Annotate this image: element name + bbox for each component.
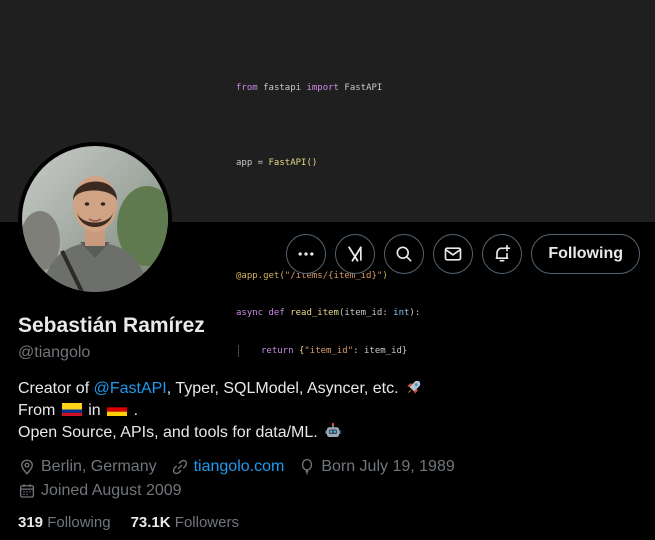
more-dots-icon xyxy=(298,252,314,256)
fastapi-mention-link[interactable]: @FastAPI xyxy=(94,380,167,397)
bio-line-2: From in . xyxy=(18,402,139,419)
envelope-icon xyxy=(445,247,462,261)
avatar-photo xyxy=(22,146,168,292)
profile-stats: 319 Following 73.1K Followers xyxy=(18,514,239,531)
profile-bio: Creator of @FastAPI, Typer, SQLModel, As… xyxy=(18,378,423,444)
code-line-5: return {"item_id": item_id} xyxy=(238,344,420,357)
more-button[interactable] xyxy=(286,234,327,274)
followers-stat-link[interactable]: 73.1K Followers xyxy=(131,514,239,531)
banner-code-snippet: from fastapi import FastAPI app = FastAP… xyxy=(236,57,420,382)
followers-count: 73.1K xyxy=(130,514,171,531)
following-button[interactable]: Following xyxy=(531,234,640,274)
bio-line-1: Creator of @FastAPI, Typer, SQLModel, As… xyxy=(18,378,423,400)
link-icon xyxy=(172,459,187,475)
bio-line-3: Open Source, APIs, and tools for data/ML… xyxy=(18,422,423,444)
avatar[interactable] xyxy=(18,142,172,296)
search-icon xyxy=(396,246,412,262)
germany-flag-icon xyxy=(107,403,128,416)
code-line-4: async def read_item(item_id: int): xyxy=(236,308,421,318)
calendar-icon xyxy=(19,484,35,498)
profile-actions: Following xyxy=(286,234,640,274)
rocket-icon xyxy=(407,380,421,394)
meta-birthday: Born July 19, 1989 xyxy=(298,456,455,478)
grok-button[interactable] xyxy=(335,234,376,274)
location-pin-icon xyxy=(21,459,33,475)
following-count: 319 xyxy=(18,514,44,531)
bell-plus-icon xyxy=(496,244,511,262)
search-button[interactable] xyxy=(384,234,425,274)
notifications-button[interactable] xyxy=(482,234,523,274)
profile-handle: @tiangolo xyxy=(18,344,91,361)
following-stat-link[interactable]: 319 Following xyxy=(18,514,111,531)
profile-meta: Berlin, Germany tiangolo.com Born July 1… xyxy=(18,456,638,504)
message-button[interactable] xyxy=(433,234,474,274)
profile-name: Sebastián Ramírez xyxy=(18,314,205,337)
followers-label: Followers xyxy=(174,514,239,531)
website-link[interactable]: tiangolo.com xyxy=(194,456,285,478)
code-line-1: from fastapi import FastAPI xyxy=(236,83,383,93)
meta-location: Berlin, Germany xyxy=(18,456,157,478)
avatar-image xyxy=(22,146,168,292)
grok-icon xyxy=(348,246,363,262)
colombia-flag-icon xyxy=(61,403,82,416)
robot-icon xyxy=(325,423,341,437)
following-label: Following xyxy=(47,514,111,531)
balloon-icon xyxy=(302,458,313,475)
meta-joined: Joined August 2009 xyxy=(18,480,182,502)
meta-website: tiangolo.com xyxy=(171,456,285,478)
code-line-2: app = FastAPI() xyxy=(236,158,318,168)
